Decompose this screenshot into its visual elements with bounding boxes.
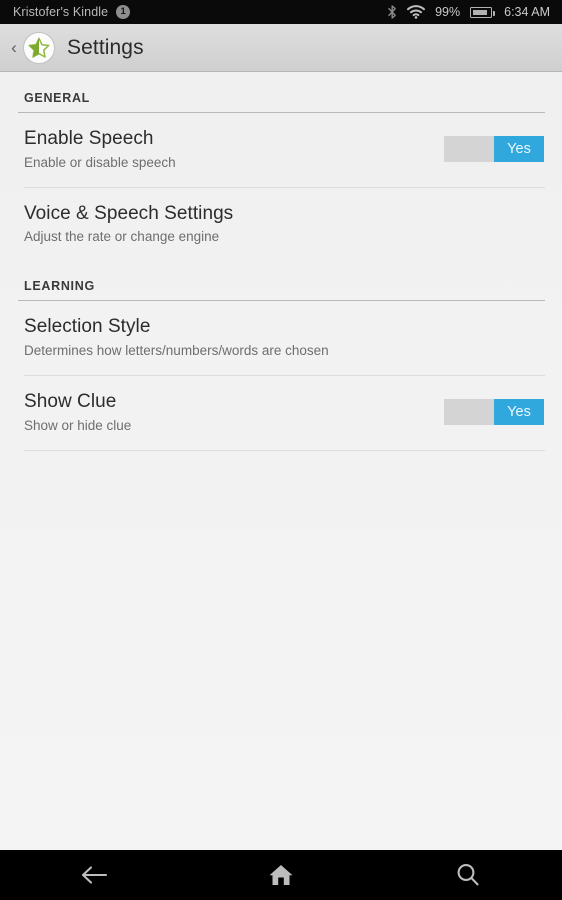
setting-summary: Enable or disable speech <box>24 154 176 170</box>
action-bar: ‹ Settings <box>0 24 562 72</box>
section-header-general: GENERAL <box>0 73 562 112</box>
setting-summary: Adjust the rate or change engine <box>24 229 220 245</box>
status-bar: Kristofer's Kindle 1 99% 6:34 AM <box>0 0 562 24</box>
device-name-label: Kristofer's Kindle <box>13 5 109 19</box>
bluetooth-icon <box>388 5 397 19</box>
up-caret-icon[interactable]: ‹ <box>6 39 22 56</box>
search-icon[interactable] <box>375 850 562 900</box>
setting-row-show-clue[interactable]: Show Clue Show or hide clue Yes <box>0 376 562 450</box>
setting-summary: Determines how letters/numbers/words are… <box>24 343 329 358</box>
setting-text: Show Clue Show or hide clue <box>24 390 430 435</box>
half-star-icon[interactable] <box>23 31 55 64</box>
setting-text: Voice & Speech Settings Adjust the rate … <box>24 202 544 247</box>
battery-icon <box>470 6 495 18</box>
home-icon[interactable] <box>187 850 374 900</box>
setting-text: Selection Style Determines how letters/n… <box>24 315 544 360</box>
back-icon[interactable] <box>0 850 187 900</box>
toggle-track-off <box>444 136 494 163</box>
clock-label: 6:34 AM <box>504 5 550 19</box>
setting-title: Show Clue <box>24 390 117 412</box>
toggle-knob-label: Yes <box>494 136 544 163</box>
setting-row-voice-speech-settings[interactable]: Voice & Speech Settings Adjust the rate … <box>0 188 562 262</box>
setting-summary: Show or hide clue <box>24 417 132 433</box>
wifi-icon <box>407 5 426 19</box>
notification-count-badge[interactable]: 1 <box>116 5 131 19</box>
setting-row-enable-speech[interactable]: Enable Speech Enable or disable speech Y… <box>0 113 562 187</box>
kindle-settings-screen: Kristofer's Kindle 1 99% 6:34 AM ‹ Setti… <box>0 0 562 900</box>
section-header-label: GENERAL <box>24 91 91 105</box>
battery-percent-label: 99% <box>435 5 461 19</box>
setting-title: Enable Speech <box>24 128 154 149</box>
setting-title: Voice & Speech Settings <box>24 202 234 224</box>
item-divider <box>24 449 545 451</box>
section-header-learning: LEARNING <box>0 261 562 300</box>
status-bar-left: Kristofer's Kindle 1 <box>13 5 131 19</box>
settings-list: GENERAL Enable Speech Enable or disable … <box>0 73 562 850</box>
setting-text: Enable Speech Enable or disable speech <box>24 127 430 172</box>
toggle-knob-label: Yes <box>494 399 544 426</box>
enable-speech-toggle[interactable]: Yes <box>444 136 544 163</box>
setting-title: Selection Style <box>24 316 151 338</box>
setting-row-selection-style[interactable]: Selection Style Determines how letters/n… <box>0 301 562 375</box>
system-navigation-bar <box>0 850 562 900</box>
page-title: Settings <box>67 35 144 59</box>
section-header-label: LEARNING <box>24 279 95 294</box>
status-bar-right: 99% 6:34 AM <box>388 5 550 19</box>
show-clue-toggle[interactable]: Yes <box>444 399 544 426</box>
toggle-track-off <box>444 399 494 426</box>
